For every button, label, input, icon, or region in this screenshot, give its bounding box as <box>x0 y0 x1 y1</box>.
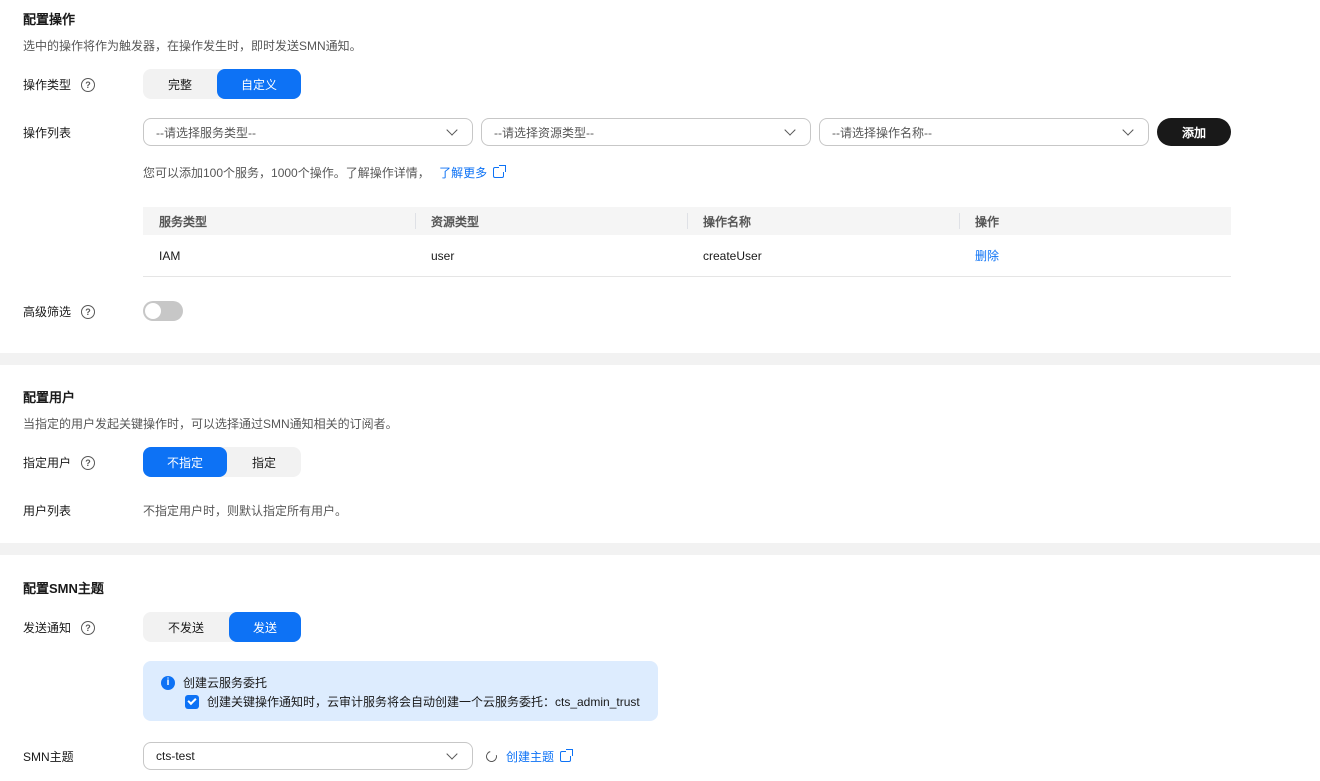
chevron-down-icon <box>446 748 458 760</box>
cell-operation: createUser <box>703 248 762 263</box>
external-link-icon <box>493 165 507 178</box>
send-notification-label-text: 发送通知 <box>23 621 72 635</box>
learn-more-link[interactable]: 了解更多 <box>439 165 507 180</box>
ops-section: 配置操作 选中的操作将作为触发器，在操作发生时，即时发送SMN通知。 操作类型 … <box>0 0 1320 353</box>
delete-link[interactable]: 删除 <box>975 249 999 263</box>
specify-user-yes[interactable]: 指定 <box>227 447 301 477</box>
specify-user-segmented: 不指定 指定 <box>143 447 301 477</box>
create-topic-text: 创建主题 <box>506 750 555 764</box>
toggle-knob <box>145 303 161 319</box>
operation-list-label: 操作列表 <box>23 126 72 140</box>
ops-section-title: 配置操作 <box>23 12 76 27</box>
header-operation-name: 操作名称 <box>687 207 959 235</box>
operation-type-segmented: 完整 自定义 <box>143 69 301 99</box>
advanced-filter-label-text: 高级筛选 <box>23 305 72 319</box>
send-notification-no[interactable]: 不发送 <box>143 612 229 642</box>
create-topic-group: 创建主题 <box>483 748 574 765</box>
cell-service: IAM <box>159 248 181 263</box>
chevron-down-icon <box>784 124 796 136</box>
smn-topic-label: SMN主题 <box>23 750 74 764</box>
user-section: 配置用户 当指定的用户发起关键操作时，可以选择通过SMN通知相关的订阅者。 指定… <box>0 365 1320 543</box>
info-title-row: i 创建云服务委托 <box>161 674 267 691</box>
operation-type-custom[interactable]: 自定义 <box>217 69 301 99</box>
smn-topic-select[interactable]: cts-test <box>143 742 473 770</box>
info-check-row: 创建关键操作通知时，云审计服务将会自动创建一个云服务委托：cts_admin_t… <box>185 693 640 710</box>
specify-user-no[interactable]: 不指定 <box>143 447 227 477</box>
operation-hint-text: 您可以添加100个服务，1000个操作。了解操作详情， <box>143 166 430 180</box>
operation-name-placeholder: --请选择操作名称-- <box>832 125 932 140</box>
header-resource-type: 资源类型 <box>415 207 687 235</box>
create-topic-link[interactable]: 创建主题 <box>506 748 574 765</box>
table-row: IAM user createUser 删除 <box>143 235 1231 277</box>
specify-user-label-text: 指定用户 <box>23 456 72 470</box>
user-section-title: 配置用户 <box>23 390 76 405</box>
send-notification-segmented: 不发送 发送 <box>143 612 301 642</box>
checkbox-checked-icon[interactable] <box>185 694 199 709</box>
help-icon[interactable]: ? <box>81 304 96 319</box>
delegation-info-box: i 创建云服务委托 创建关键操作通知时，云审计服务将会自动创建一个云服务委托：c… <box>143 661 658 721</box>
cell-resource: user <box>431 248 455 263</box>
header-action: 操作 <box>959 207 1231 235</box>
external-link-icon <box>560 749 574 762</box>
operation-table: 服务类型 资源类型 操作名称 操作 IAM user createUser 删除 <box>143 207 1231 277</box>
advanced-filter-toggle[interactable] <box>143 301 183 321</box>
info-icon: i <box>161 675 175 690</box>
chevron-down-icon <box>446 124 458 136</box>
advanced-filter-label: 高级筛选 ? <box>23 303 96 320</box>
operation-hint: 您可以添加100个服务，1000个操作。了解操作详情， 了解更多 <box>143 164 507 181</box>
user-list-text: 不指定用户时，则默认指定所有用户。 <box>143 504 348 518</box>
service-type-placeholder: --请选择服务类型-- <box>156 125 256 140</box>
info-title: 创建云服务委托 <box>183 676 268 690</box>
send-notification-label: 发送通知 ? <box>23 619 96 636</box>
info-check-text: 创建关键操作通知时，云审计服务将会自动创建一个云服务委托：cts_admin_t… <box>207 695 640 709</box>
smn-section-title: 配置SMN主题 <box>23 581 104 596</box>
specify-user-label: 指定用户 ? <box>23 454 96 471</box>
learn-more-text: 了解更多 <box>439 166 488 180</box>
refresh-icon[interactable] <box>483 748 500 765</box>
service-type-select[interactable]: --请选择服务类型-- <box>143 118 473 146</box>
add-button[interactable]: 添加 <box>1157 118 1231 146</box>
help-icon[interactable]: ? <box>81 455 96 470</box>
user-list-label: 用户列表 <box>23 504 72 518</box>
operation-name-select[interactable]: --请选择操作名称-- <box>819 118 1149 146</box>
header-service-type: 服务类型 <box>159 214 208 229</box>
send-notification-yes[interactable]: 发送 <box>229 612 301 642</box>
table-header: 服务类型 资源类型 操作名称 操作 <box>143 207 1231 235</box>
smn-section: 配置SMN主题 发送通知 ? 不发送 发送 i 创建云服务委托 创建关键操作通知… <box>0 555 1320 781</box>
help-icon[interactable]: ? <box>81 620 96 635</box>
operation-type-label: 操作类型 ? <box>23 76 96 93</box>
chevron-down-icon <box>1122 124 1134 136</box>
ops-section-desc: 选中的操作将作为触发器，在操作发生时，即时发送SMN通知。 <box>23 39 362 53</box>
resource-type-placeholder: --请选择资源类型-- <box>494 125 594 140</box>
operation-type-label-text: 操作类型 <box>23 78 72 92</box>
smn-topic-value: cts-test <box>156 749 195 763</box>
help-icon[interactable]: ? <box>81 77 96 92</box>
operation-type-full[interactable]: 完整 <box>143 69 217 99</box>
user-section-desc: 当指定的用户发起关键操作时，可以选择通过SMN通知相关的订阅者。 <box>23 417 398 431</box>
resource-type-select[interactable]: --请选择资源类型-- <box>481 118 811 146</box>
